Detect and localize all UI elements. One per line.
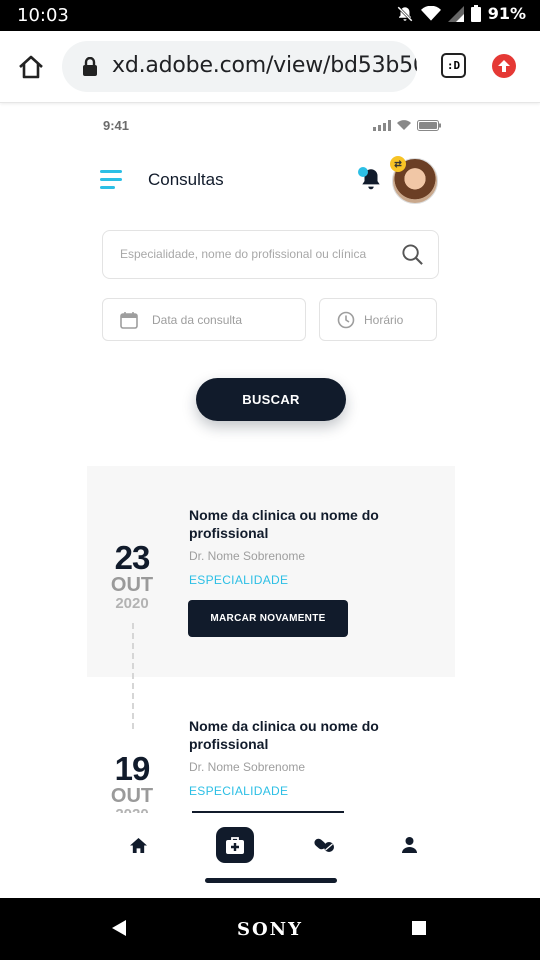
clock-icon [337,311,355,329]
tab-perfil[interactable] [390,827,428,863]
update-button[interactable] [492,54,516,78]
appointment-day: 23 [114,539,151,576]
address-bar[interactable]: xd.adobe.com/view/bd53b50c-8 [62,41,417,92]
appointment-date: 19 OUT 2020 [92,752,172,822]
mockup-time: 9:41 [103,118,130,133]
profile-icon [401,837,417,853]
clinic-name: Nome da clinica ou nome do profissional [189,718,379,752]
app-bar: Consultas ⇄ [100,156,440,206]
signal-icon [447,5,464,22]
lock-icon [83,57,97,76]
battery-icon [470,5,481,22]
date-field-label: Data da consulta [152,313,243,327]
menu-icon[interactable] [100,170,124,190]
mute-icon [397,5,413,22]
mockup-status-bar: 9:41 [103,118,441,134]
date-field[interactable]: Data da consulta [102,298,306,341]
tab-switcher-button[interactable]: :D [441,53,466,78]
mockup-status-icons [373,119,441,131]
specialty-label: ESPECIALIDADE [189,784,289,798]
appointment-year: 2020 [115,595,149,612]
battery-percent: 91% [487,4,526,23]
appointment-date: 23 OUT 2020 [92,541,172,611]
system-indicators: 91% [396,4,526,23]
screen: 10:03 91% xd.adobe.com/view/bd53b50c-8 :… [0,0,540,960]
doctor-name: Dr. Nome Sobrenome [189,549,306,563]
page-title: Consultas [148,170,224,189]
wifi-icon [397,120,411,130]
time-field-label: Horário [364,313,404,327]
appointment-month: OUT [110,574,154,596]
browser-toolbar: xd.adobe.com/view/bd53b50c-8 :D [0,31,540,103]
system-nav-bar: SONY [0,898,540,960]
arrow-up-icon [498,60,510,72]
url-text: xd.adobe.com/view/bd53b50c-8 [112,53,417,78]
search-icon[interactable] [401,243,424,266]
notification-dot [358,167,368,177]
brand-logo: SONY [237,919,303,940]
search-input[interactable]: Especialidade, nome do profissional ou c… [102,230,439,279]
appointment-day: 19 [114,750,151,787]
system-status-bar: 10:03 91% [0,0,540,31]
tab-home[interactable] [119,827,157,863]
tab-consultas[interactable] [216,827,254,863]
switch-profile-badge[interactable]: ⇄ [390,156,406,172]
medkit-icon [226,836,244,854]
time-field[interactable]: Horário [319,298,437,341]
system-time: 10:03 [17,5,69,26]
search-button[interactable]: BUSCAR [196,378,346,421]
clinic-name: Nome da clinica ou nome do profissional [189,507,379,541]
home-icon [129,837,147,853]
calendar-icon [120,312,138,329]
tab-medicamentos[interactable] [305,827,343,863]
book-again-button[interactable]: MARCAR NOVAMENTE [188,600,348,637]
appointment-info: Nome da clinica ou nome do profissional … [189,506,429,587]
pills-icon [314,838,334,852]
home-indicator [205,878,337,883]
battery-icon [417,119,441,131]
search-placeholder: Especialidade, nome do profissional ou c… [120,247,367,261]
specialty-label: ESPECIALIDADE [189,573,289,587]
signal-icon [373,119,391,131]
home-icon[interactable] [17,53,45,81]
wifi-icon [420,5,441,21]
bottom-tab-bar [87,813,455,897]
appointment-month: OUT [110,785,154,807]
doctor-name: Dr. Nome Sobrenome [189,760,306,774]
appointment-info: Nome da clinica ou nome do profissional … [189,717,429,798]
recents-icon[interactable] [412,921,426,935]
timeline-connector [132,623,134,729]
